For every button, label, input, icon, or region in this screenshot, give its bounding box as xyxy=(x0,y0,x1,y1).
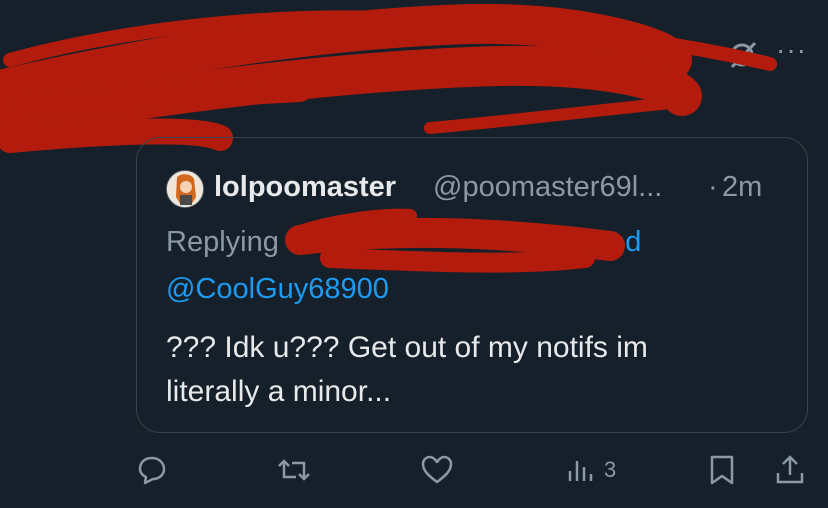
replying-to-label: Replying to xyxy=(166,226,312,258)
parent-tweet-time[interactable]: 1m xyxy=(548,38,587,70)
views-button[interactable]: 3 xyxy=(566,452,616,488)
mention-link[interactable]: @CoolGuy68900 xyxy=(166,273,389,306)
replying-to-and[interactable]: and xyxy=(593,226,641,259)
bookmark-button[interactable] xyxy=(707,452,737,488)
more-options-icon[interactable]: ··· xyxy=(776,34,807,66)
grok-icon[interactable] xyxy=(728,40,758,70)
retweet-icon xyxy=(278,459,310,481)
avatar[interactable] xyxy=(166,170,204,208)
tweet-text: ??? Idk u??? Get out of my notifs im lit… xyxy=(166,331,648,408)
retweet-button[interactable] xyxy=(276,452,312,488)
tweet-time[interactable]: 2m xyxy=(722,171,762,204)
parent-tweet-header: 1m ··· xyxy=(0,0,828,130)
share-icon xyxy=(776,455,804,484)
heart-icon xyxy=(421,455,453,484)
reply-button[interactable] xyxy=(135,452,169,488)
views-icon xyxy=(568,461,593,481)
separator-dot: · xyxy=(708,171,718,203)
display-name[interactable]: lolpoomaster xyxy=(214,171,396,204)
views-count: 3 xyxy=(604,457,617,482)
reply-icon xyxy=(138,456,166,485)
bookmark-icon xyxy=(710,455,734,485)
share-button[interactable] xyxy=(773,452,807,488)
user-handle[interactable]: @poomaster69l... xyxy=(433,171,662,204)
like-button[interactable] xyxy=(419,452,455,488)
